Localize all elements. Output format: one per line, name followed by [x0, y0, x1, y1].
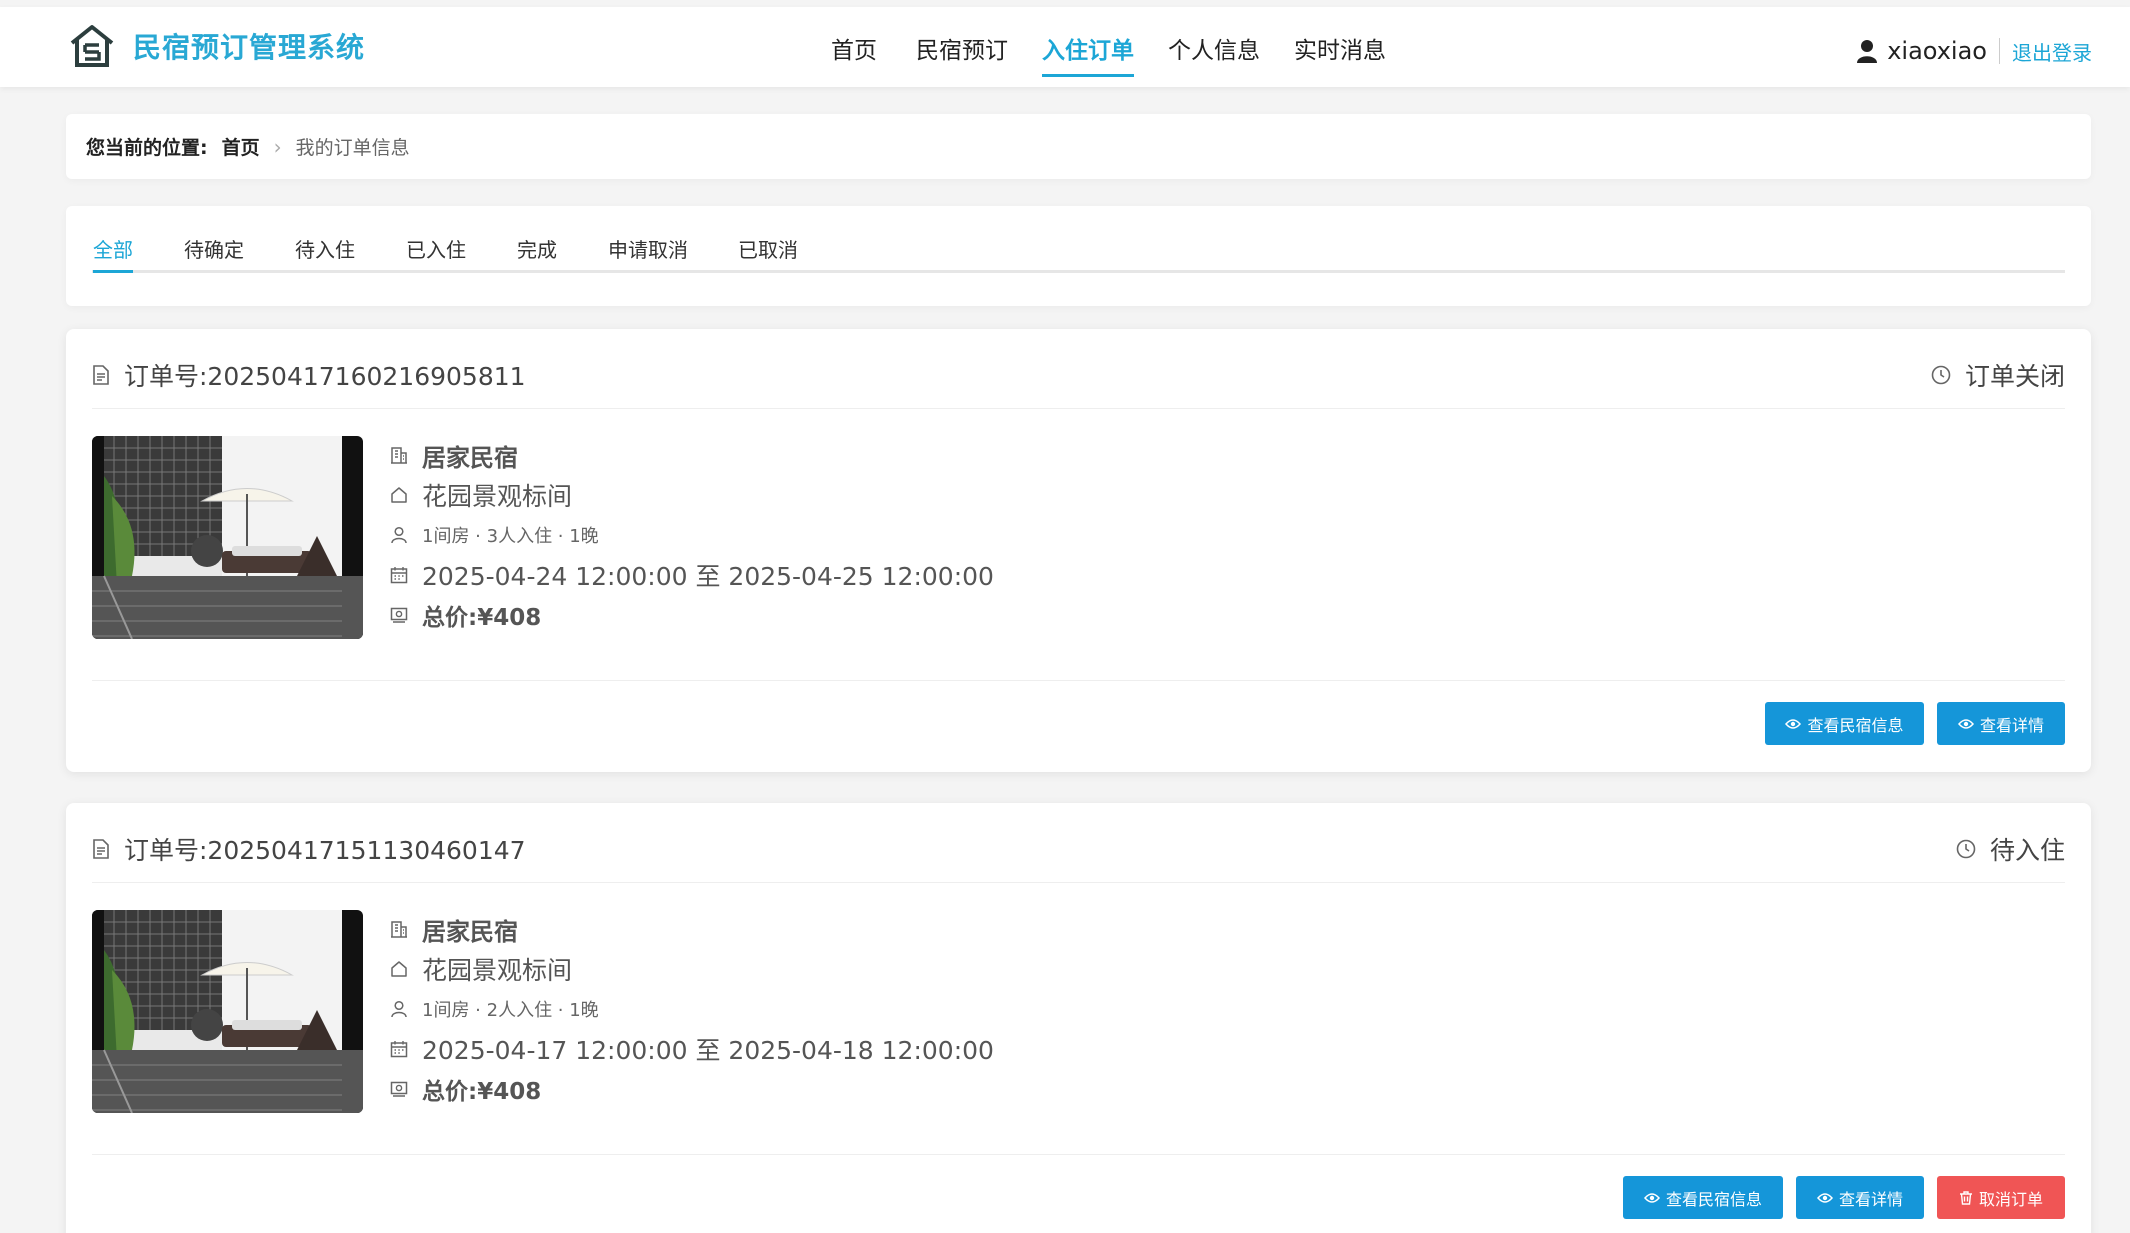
calendar-icon [390, 1041, 408, 1058]
price-row: 总价:¥408 [390, 595, 994, 635]
breadcrumb-home-link[interactable]: 首页 [222, 133, 260, 160]
user-divider [1999, 38, 2000, 64]
tab-completed[interactable]: 完成 [517, 234, 557, 263]
main-nav: 首页 民宿预订 入住订单 个人信息 实时消息 [0, 7, 2130, 87]
tab-pending-confirm[interactable]: 待确定 [184, 234, 244, 263]
tab-checked-in[interactable]: 已入住 [406, 234, 466, 263]
breadcrumb-label: 您当前的位置: [86, 137, 208, 159]
money-icon [390, 607, 408, 623]
calendar-icon [390, 567, 408, 584]
nav-item-orders[interactable]: 入住订单 [1042, 31, 1134, 77]
view-detail-label: 查看详情 [1838, 1189, 1903, 1209]
order-status-tabs: 全部 待确定 待入住 已入住 完成 申请取消 已取消 [66, 206, 2091, 306]
order-info: 居家民宿 花园景观标间 1间房 · 2人入住 · 1晚 2025-04-17 1… [390, 909, 994, 1109]
clock-icon [1956, 839, 1976, 859]
building-icon [391, 921, 407, 938]
homestay-photo-image [92, 910, 363, 1113]
eye-icon [1816, 1192, 1833, 1203]
guest-summary: 1间房 · 2人入住 · 1晚 [422, 1000, 599, 1021]
guests-row: 1间房 · 2人入住 · 1晚 [390, 989, 994, 1029]
nav-item-profile[interactable]: 个人信息 [1168, 31, 1260, 65]
order-number: 订单号:20250417151130460147 [92, 831, 526, 867]
order-status-text: 待入住 [1989, 836, 2065, 865]
home-icon [391, 961, 407, 977]
room-type: 花园景观标间 [422, 482, 573, 511]
tab-all[interactable]: 全部 [93, 234, 133, 273]
home-icon [391, 487, 407, 503]
person-icon [391, 1000, 407, 1018]
order-actions: 查看民宿信息 查看详情 取消订单 [92, 1154, 2065, 1219]
chevron-right-icon: › [273, 134, 282, 159]
view-detail-button[interactable]: 查看详情 [1796, 1176, 1924, 1219]
room-type: 花园景观标间 [422, 956, 573, 985]
guest-summary: 1间房 · 3人入住 · 1晚 [422, 526, 599, 547]
view-homestay-label: 查看民宿信息 [1665, 1189, 1762, 1209]
price-row: 总价:¥408 [390, 1069, 994, 1109]
username[interactable]: xiaoxiao [1887, 37, 1987, 65]
room-type-row: 花园景观标间 [390, 949, 994, 989]
document-icon [93, 839, 109, 859]
total-price: 总价:¥408 [422, 605, 542, 631]
stay-dates: 2025-04-24 12:00:00 至 2025-04-25 12:00:0… [422, 562, 994, 591]
order-number-text: 订单号:20250417160216905811 [124, 362, 526, 391]
homestay-name: 居家民宿 [422, 917, 518, 946]
order-card: 订单号:20250417151130460147 待入住 居家民宿 花园景观标间… [66, 803, 2091, 1233]
homestay-photo[interactable] [92, 910, 363, 1113]
view-detail-button[interactable]: 查看详情 [1937, 702, 2065, 745]
homestay-photo-image [92, 436, 363, 639]
order-number: 订单号:20250417160216905811 [92, 357, 526, 393]
logout-link[interactable]: 退出登录 [2012, 37, 2092, 66]
tab-pending-checkin[interactable]: 待入住 [295, 234, 355, 263]
dates-row: 2025-04-17 12:00:00 至 2025-04-18 12:00:0… [390, 1029, 994, 1069]
order-status-text: 订单关闭 [1964, 362, 2065, 391]
tab-cancel-requested[interactable]: 申请取消 [608, 234, 688, 263]
breadcrumb: 您当前的位置: 首页 › 我的订单信息 [66, 114, 2091, 179]
breadcrumb-current: 我的订单信息 [295, 137, 410, 159]
homestay-name-row: 居家民宿 [390, 909, 994, 949]
nav-item-messages[interactable]: 实时消息 [1294, 31, 1386, 65]
order-number-text: 订单号:20250417151130460147 [124, 836, 526, 865]
nav-item-home[interactable]: 首页 [831, 31, 877, 65]
building-icon [391, 447, 407, 464]
order-header: 订单号:20250417160216905811 订单关闭 [92, 329, 2065, 409]
eye-icon [1957, 718, 1974, 729]
view-homestay-label: 查看民宿信息 [1807, 715, 1904, 735]
order-status: 待入住 [1956, 831, 2065, 867]
homestay-photo[interactable] [92, 436, 363, 639]
room-type-row: 花园景观标间 [390, 475, 994, 515]
guests-row: 1间房 · 3人入住 · 1晚 [390, 515, 994, 555]
stay-dates: 2025-04-17 12:00:00 至 2025-04-18 12:00:0… [422, 1036, 994, 1065]
dates-row: 2025-04-24 12:00:00 至 2025-04-25 12:00:0… [390, 555, 994, 595]
top-header: 民宿预订管理系统 首页 民宿预订 入住订单 个人信息 实时消息 xiaoxiao… [0, 7, 2130, 87]
trash-icon [1959, 1190, 1972, 1205]
order-info: 居家民宿 花园景观标间 1间房 · 3人入住 · 1晚 2025-04-24 1… [390, 435, 994, 635]
homestay-name: 居家民宿 [422, 443, 518, 472]
view-homestay-button[interactable]: 查看民宿信息 [1765, 702, 1924, 745]
cancel-order-label: 取消订单 [1978, 1189, 2043, 1209]
cancel-order-button[interactable]: 取消订单 [1937, 1176, 2065, 1219]
order-card: 订单号:20250417160216905811 订单关闭 居家民宿 花园景观标… [66, 329, 2091, 772]
order-header: 订单号:20250417151130460147 待入住 [92, 803, 2065, 883]
eye-icon [1785, 718, 1802, 729]
tab-cancelled[interactable]: 已取消 [738, 234, 798, 263]
nav-item-booking[interactable]: 民宿预订 [916, 31, 1008, 65]
clock-icon [1931, 365, 1951, 385]
order-status: 订单关闭 [1931, 357, 2065, 393]
view-detail-label: 查看详情 [1979, 715, 2044, 735]
person-icon [391, 526, 407, 544]
user-area: xiaoxiao 退出登录 [1857, 31, 2092, 71]
view-homestay-button[interactable]: 查看民宿信息 [1623, 1176, 1783, 1219]
tabs-underline-track [92, 270, 2065, 273]
eye-icon [1643, 1192, 1660, 1203]
total-price: 总价:¥408 [422, 1079, 542, 1105]
money-icon [390, 1081, 408, 1097]
user-icon [1857, 40, 1878, 63]
order-actions: 查看民宿信息 查看详情 [92, 680, 2065, 745]
document-icon [93, 365, 109, 385]
homestay-name-row: 居家民宿 [390, 435, 994, 475]
